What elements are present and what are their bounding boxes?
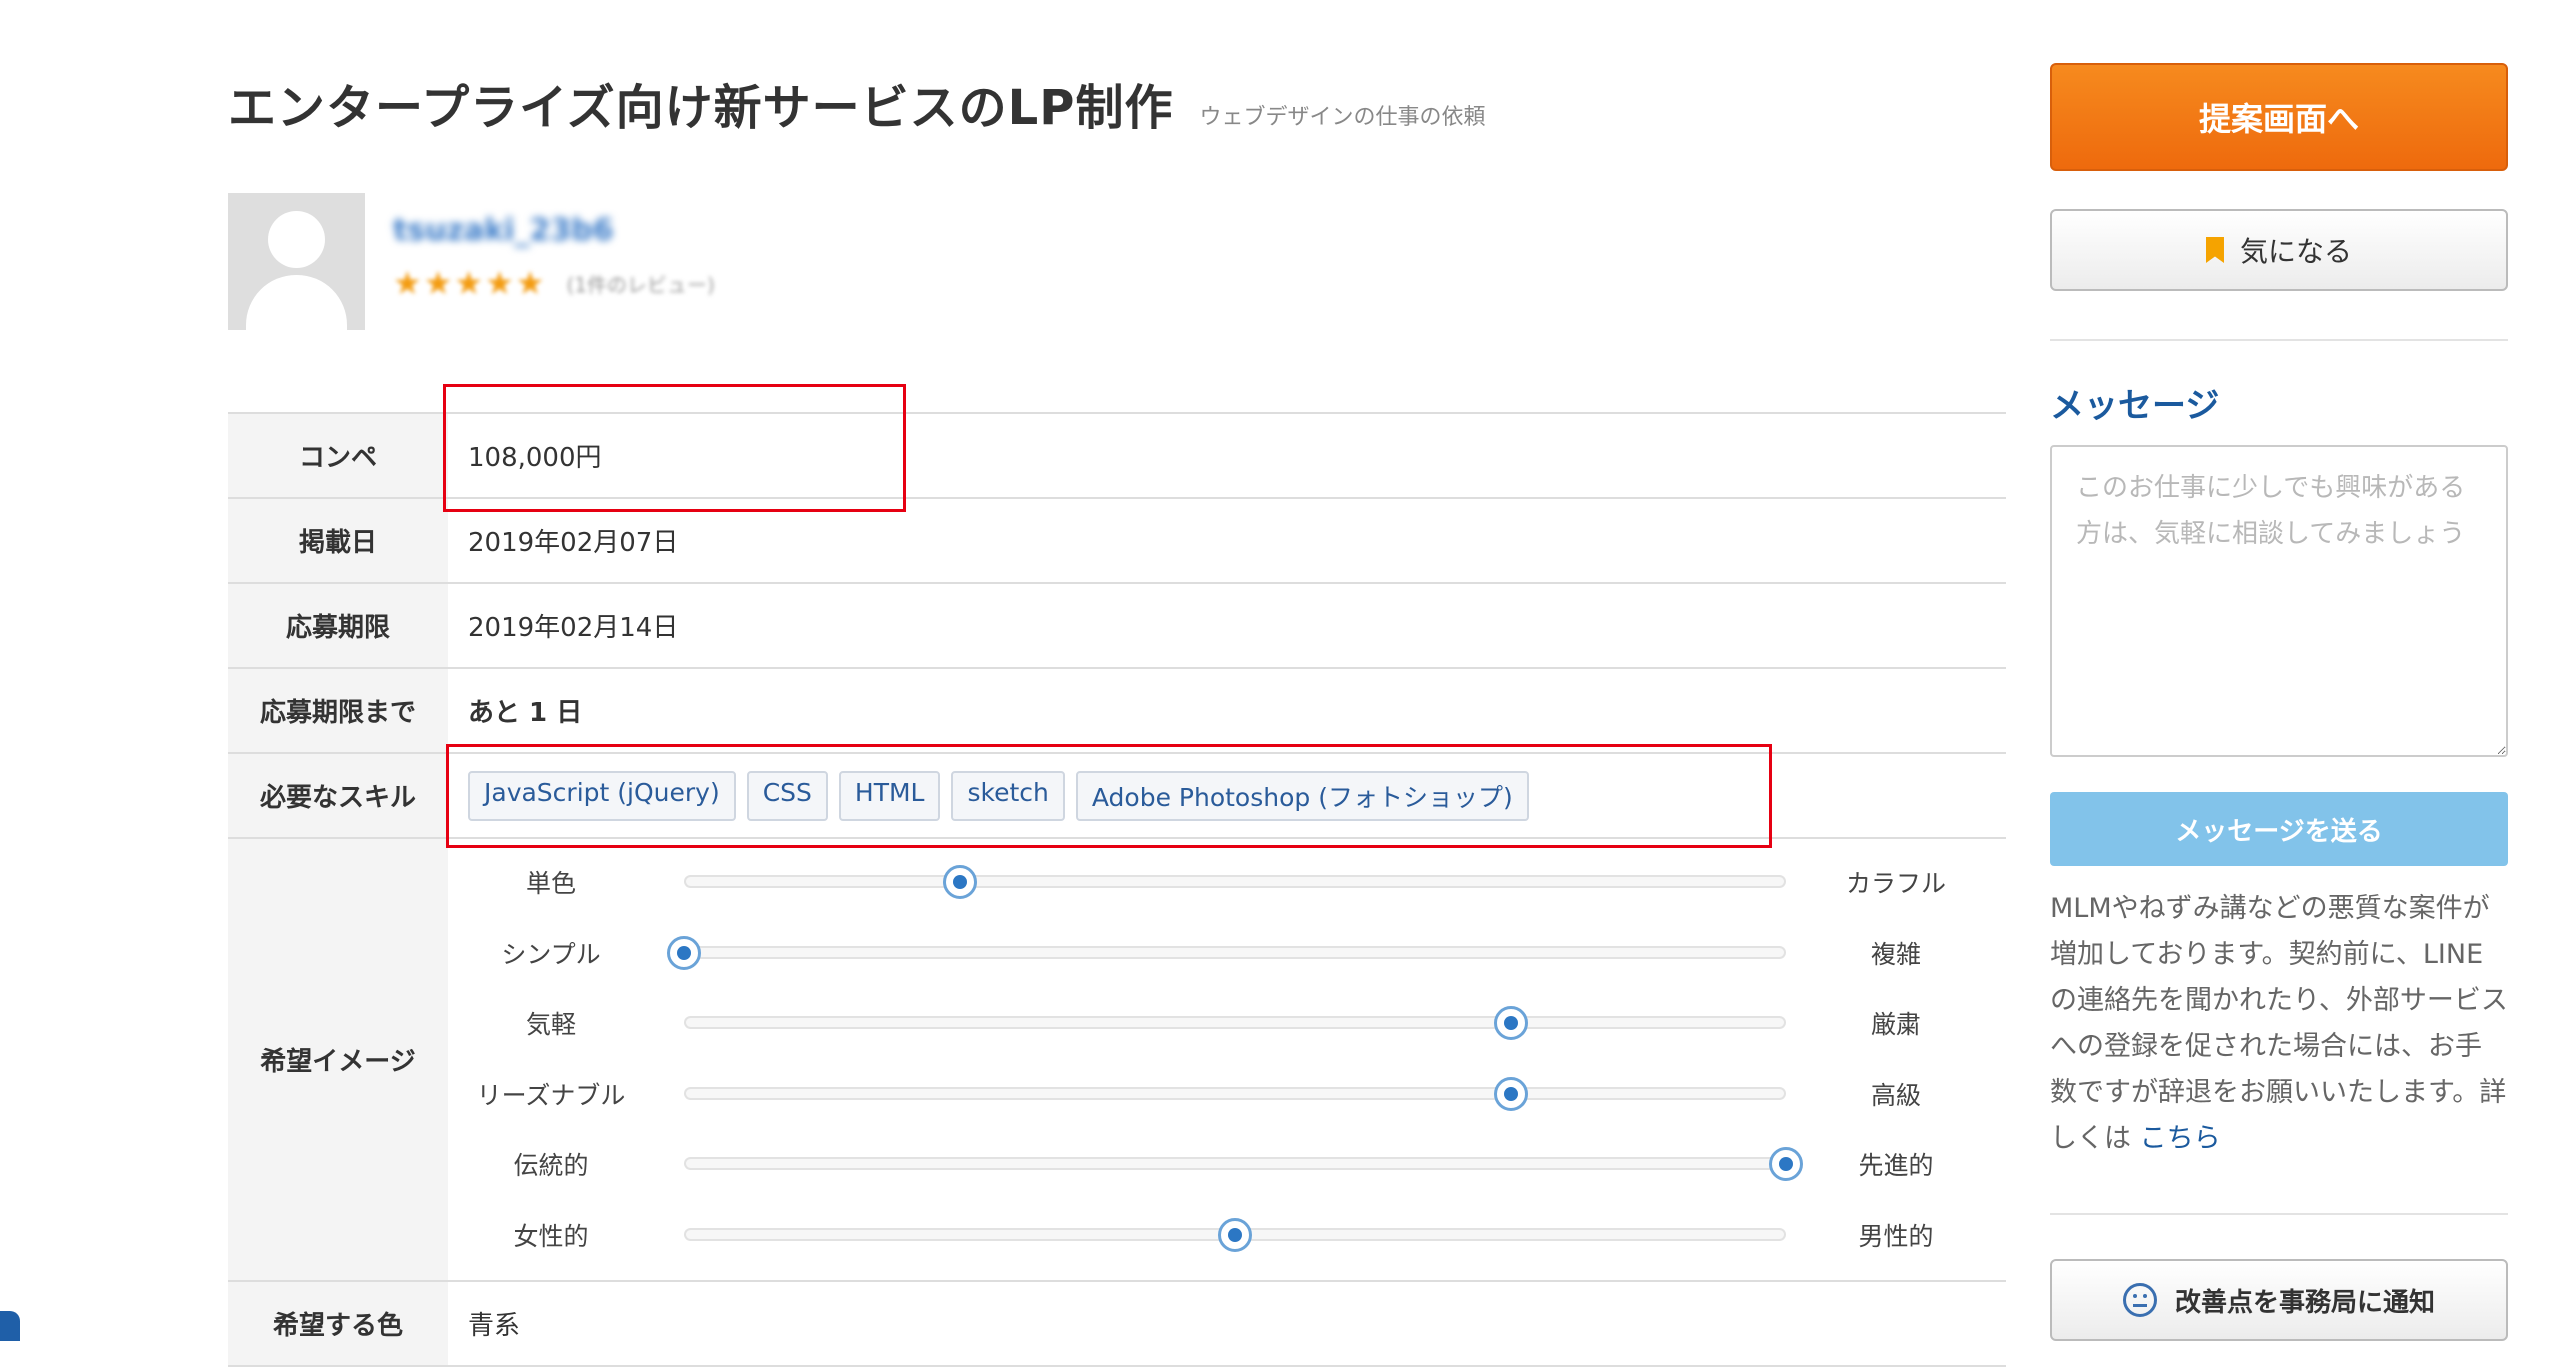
slider-knob[interactable] [1493, 1076, 1528, 1111]
chat-widget-tab[interactable] [0, 1311, 20, 1341]
slider-right-label: 複雑 [1870, 939, 1921, 969]
row-compe: コンペ 108,000円 [228, 413, 2006, 499]
deadline-value: 2019年02月14日 [448, 583, 2006, 669]
page-title: エンタープライズ向け新サービスのLP制作 [228, 80, 1174, 136]
title-row: エンタープライズ向け新サービスのLP制作 ウェブデザインの仕事の依頼 [228, 68, 1485, 138]
image-slider[interactable] [684, 1076, 1786, 1111]
slider-row: 伝統的 先進的 [468, 1129, 2006, 1200]
slider-track [684, 1086, 1786, 1100]
slider-left-label: リーズナブル [476, 1080, 626, 1110]
deadline-label: 応募期限 [228, 583, 448, 669]
remaining-label: 応募期限まで [228, 668, 448, 754]
client-rating: ★★★★★ (1件のレビュー) [393, 264, 715, 302]
client-info: tsuzaki_23b6 ★★★★★ (1件のレビュー) [393, 193, 715, 330]
star-rating-icon: ★★★★★ [393, 264, 547, 302]
slider-right-label: カラフル [1845, 869, 1946, 899]
slider-left-label: 伝統的 [513, 1151, 589, 1181]
image-sliders: 単色 カラフル シンプル 複雑 気軽 厳粛 リーズナブル 高級 伝統的 先進的 … [468, 839, 2006, 1280]
job-category[interactable]: ウェブデザインの仕事の依頼 [1199, 99, 1485, 131]
skill-tag-list: JavaScript (jQuery) CSS HTML sketch Adob… [468, 770, 2006, 821]
image-slider[interactable] [684, 1147, 1803, 1182]
slider-row: 単色 カラフル [468, 847, 2006, 918]
slider-knob[interactable] [1218, 1217, 1252, 1252]
report-label: 改善点を事務局に通知 [2174, 1287, 2435, 1318]
slider-row: 気軽 厳粛 [468, 988, 2006, 1059]
slider-left-label: 単色 [525, 869, 576, 899]
details-link[interactable]: こちら [2140, 1123, 2221, 1154]
slider-row: シンプル 複雑 [468, 918, 2006, 989]
slider-track [684, 875, 1786, 889]
skills-cell: JavaScript (jQuery) CSS HTML sketch Adob… [448, 753, 2006, 839]
slider-left-label: シンプル [501, 939, 601, 969]
color-value: 青系 [448, 1281, 2006, 1367]
send-message-button[interactable]: メッセージを送る [2050, 792, 2508, 866]
compe-label: コンペ [228, 413, 448, 499]
slider-row: リーズナブル 高級 [468, 1059, 2006, 1130]
color-label: 希望する色 [228, 1281, 448, 1367]
client-profile: tsuzaki_23b6 ★★★★★ (1件のレビュー) [228, 193, 715, 330]
image-sliders-cell: 単色 カラフル シンプル 複雑 気軽 厳粛 リーズナブル 高級 伝統的 先進的 … [448, 838, 2006, 1282]
row-image: 希望イメージ 単色 カラフル シンプル 複雑 気軽 厳粛 リーズナブル 高級 伝… [228, 838, 2006, 1282]
slider-knob[interactable] [1769, 1147, 1803, 1182]
favorite-label: 気になる [2239, 235, 2352, 268]
slider-knob[interactable] [667, 935, 701, 970]
image-slider[interactable] [684, 1006, 1786, 1041]
bookmark-icon [2205, 237, 2224, 263]
message-heading: メッセージ [2050, 386, 2220, 426]
avatar[interactable] [228, 193, 365, 330]
skill-tag[interactable]: sketch [951, 770, 1065, 821]
skill-tag[interactable]: HTML [838, 770, 941, 821]
warning-text: MLMやねずみ講などの悪質な案件が増加しております。契約前に、LINEの連絡先を… [2050, 893, 2508, 1154]
image-label: 希望イメージ [228, 838, 448, 1282]
review-count-link[interactable]: (1件のレビュー) [566, 269, 714, 298]
row-remaining: 応募期限まで あと 1 日 [228, 668, 2006, 754]
compe-price: 108,000円 [448, 413, 2006, 499]
image-slider[interactable] [684, 865, 1786, 900]
job-details-table: コンペ 108,000円 掲載日 2019年02月07日 応募期限 2019年0… [228, 412, 2006, 1367]
row-deadline: 応募期限 2019年02月14日 [228, 583, 2006, 669]
slider-row: 女性的 男性的 [468, 1200, 2006, 1271]
divider [2050, 339, 2508, 341]
skill-tag[interactable]: Adobe Photoshop (フォトショップ) [1075, 770, 1529, 821]
propose-button[interactable]: 提案画面へ [2050, 63, 2508, 171]
slider-knob[interactable] [942, 865, 977, 900]
skills-label: 必要なスキル [228, 753, 448, 839]
slider-track [684, 1016, 1786, 1030]
image-slider[interactable] [667, 935, 1786, 970]
posted-date-value: 2019年02月07日 [448, 498, 2006, 584]
scam-warning: MLMやねずみ講などの悪質な案件が増加しております。契約前に、LINEの連絡先を… [2050, 886, 2508, 1162]
divider [2050, 1213, 2508, 1215]
report-button[interactable]: 改善点を事務局に通知 [2050, 1259, 2508, 1341]
slider-left-label: 女性的 [513, 1221, 589, 1251]
slider-right-label: 高級 [1870, 1080, 1921, 1110]
remaining-value: あと 1 日 [448, 668, 2006, 754]
row-skills: 必要なスキル JavaScript (jQuery) CSS HTML sket… [228, 753, 2006, 839]
avatar-body-shape [246, 275, 347, 330]
row-posted: 掲載日 2019年02月07日 [228, 498, 2006, 584]
favorite-button[interactable]: 気になる [2050, 209, 2508, 291]
slider-left-label: 気軽 [525, 1010, 576, 1040]
row-color: 希望する色 青系 [228, 1281, 2006, 1367]
slider-right-label: 先進的 [1858, 1151, 1934, 1181]
neutral-face-icon [2122, 1283, 2157, 1317]
image-slider[interactable] [684, 1217, 1786, 1252]
slider-right-label: 男性的 [1858, 1221, 1934, 1251]
message-input[interactable] [2050, 445, 2508, 757]
slider-knob[interactable] [1493, 1006, 1528, 1041]
skill-tag[interactable]: JavaScript (jQuery) [468, 770, 736, 821]
posted-date-label: 掲載日 [228, 498, 448, 584]
slider-track [684, 1157, 1786, 1171]
slider-right-label: 厳粛 [1870, 1010, 1921, 1040]
avatar-head-shape [268, 211, 325, 268]
client-username[interactable]: tsuzaki_23b6 [393, 213, 715, 248]
slider-track [684, 945, 1786, 959]
skill-tag[interactable]: CSS [746, 770, 828, 821]
